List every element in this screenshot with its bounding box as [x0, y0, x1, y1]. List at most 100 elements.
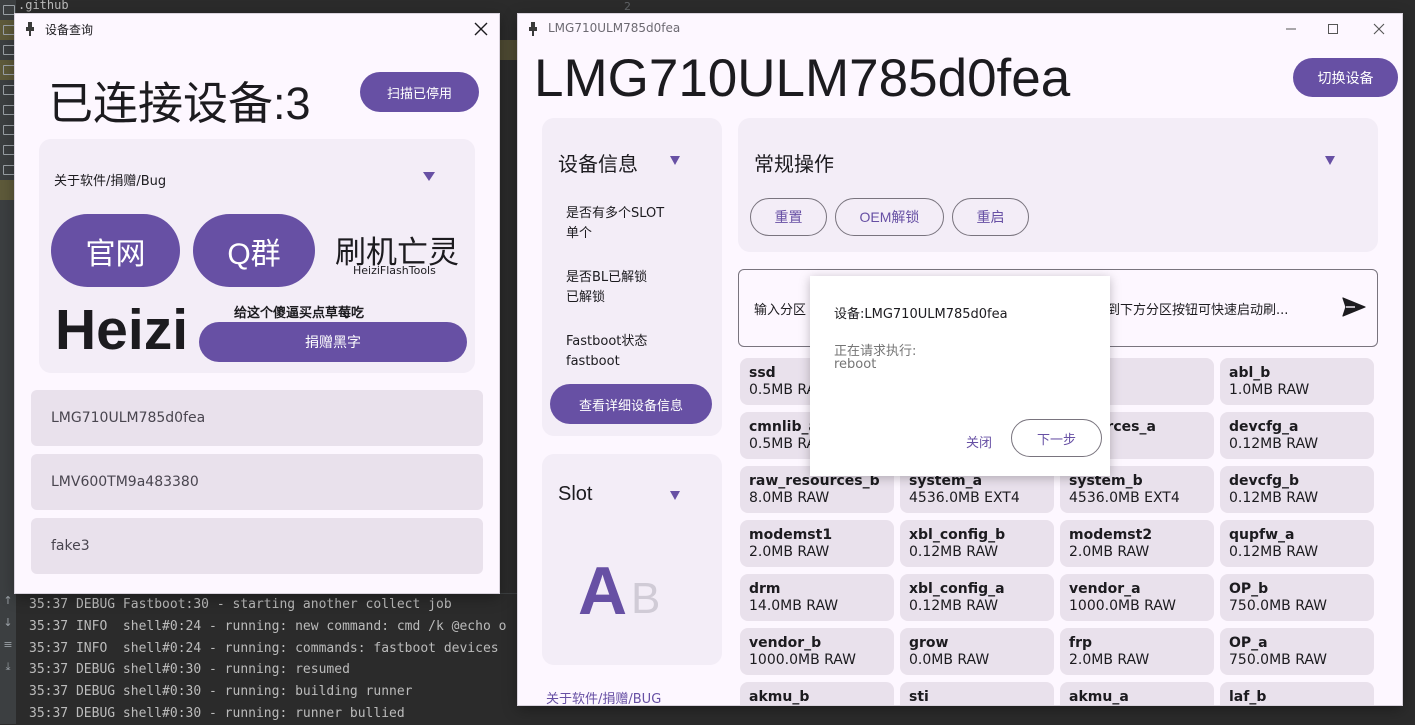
line-number: 2 [624, 0, 631, 13]
reboot-button[interactable]: 重启 [952, 198, 1029, 236]
scan-button[interactable]: 扫描已停用 [360, 72, 479, 112]
brand-subtitle: HeiziFlashTools [353, 264, 436, 277]
tree-row[interactable] [0, 100, 16, 120]
expand-arrow-icon[interactable] [670, 491, 680, 500]
tree-row[interactable] [0, 20, 16, 40]
operations-heading: 常规操作 [754, 152, 834, 176]
partition-button[interactable]: drm 14.0MB RAW [740, 574, 894, 621]
tree-row[interactable] [0, 140, 16, 160]
partition-button[interactable]: OP_a 750.0MB RAW [1220, 628, 1374, 675]
expand-arrow-icon[interactable] [1325, 156, 1335, 165]
partition-name: frp [1069, 635, 1093, 651]
tree-row[interactable] [0, 160, 16, 180]
inactive-slot[interactable]: B [631, 574, 660, 624]
partition-button[interactable]: modemst2 2.0MB RAW [1060, 520, 1214, 567]
console-line: 35:37 DEBUG Fastboot:30 - starting anoth… [29, 597, 452, 612]
info-value: 单个 [566, 226, 593, 241]
app-icon [529, 22, 537, 36]
tree-row[interactable] [0, 60, 16, 80]
device-item[interactable]: fake3 [31, 518, 483, 574]
partition-size: 1000.0MB RAW [1069, 598, 1176, 614]
switch-device-button[interactable]: 切换设备 [1293, 58, 1398, 97]
oem-unlock-button[interactable]: OEM解锁 [835, 198, 944, 236]
partition-button[interactable]: qupfw_a 0.12MB RAW [1220, 520, 1374, 567]
partition-button[interactable]: xbl_config_a 0.12MB RAW [900, 574, 1054, 621]
partition-name: drm [749, 581, 781, 597]
device-title: LMG710ULM785d0fea [534, 49, 1071, 108]
close-icon[interactable] [1366, 19, 1392, 39]
device-item[interactable]: LMG710ULM785d0fea [31, 390, 483, 446]
dialog-command: reboot [834, 357, 877, 372]
partition-button[interactable]: devcfg_a 0.12MB RAW [1220, 412, 1374, 459]
title-bar[interactable]: LMG710ULM785d0fea [518, 14, 1402, 44]
partition-name: devcfg_a [1229, 419, 1299, 435]
dialog-next-button[interactable]: 下一步 [1011, 419, 1102, 457]
partition-name: vendor_a [1069, 581, 1141, 597]
operations-card: 常规操作 重置 OEM解锁 重启 [738, 118, 1378, 252]
partition-button[interactable]: akmu_a [1060, 682, 1214, 705]
device-query-window: 设备查询 已连接设备:3 扫描已停用 关于软件/捐赠/Bug 官网 Q群 刷机亡… [15, 14, 499, 593]
website-button[interactable]: 官网 [51, 214, 180, 287]
info-value: 已解锁 [566, 290, 606, 305]
info-item: 是否有多个SLOT 单个 [566, 204, 664, 244]
partition-size: 0.0MB RAW [909, 652, 990, 668]
partition-button[interactable]: frp 2.0MB RAW [1060, 628, 1214, 675]
partition-name: akmu_b [749, 689, 810, 705]
close-icon[interactable] [471, 19, 491, 39]
expand-arrow-icon[interactable] [423, 172, 435, 181]
folder-icon [3, 5, 15, 15]
partition-button[interactable]: xbl_config_b 0.12MB RAW [900, 520, 1054, 567]
slot-heading: Slot [558, 483, 593, 505]
title-bar[interactable]: 设备查询 [15, 14, 499, 44]
partition-name: xbl_config_b [909, 527, 1006, 543]
maximize-icon[interactable] [1320, 19, 1346, 39]
partition-button[interactable]: vendor_b 1000.0MB RAW [740, 628, 894, 675]
ide-editor-strip [499, 0, 518, 220]
folder-icon [3, 145, 15, 155]
partition-button[interactable]: OP_b 750.0MB RAW [1220, 574, 1374, 621]
dialog-close-button[interactable]: 关闭 [960, 431, 998, 452]
tree-row[interactable] [0, 0, 16, 20]
arrow-down-icon[interactable]: ↓ [0, 612, 16, 634]
partition-name: grow [909, 635, 949, 651]
tree-row[interactable] [0, 80, 16, 100]
ide-console: 35:37 DEBUG Fastboot:30 - starting anoth… [16, 593, 518, 725]
window-title: 设备查询 [45, 23, 94, 37]
partition-size: 0.12MB RAW [909, 598, 999, 614]
send-icon[interactable] [1341, 296, 1367, 318]
partition-button[interactable]: devcfg_b 0.12MB RAW [1220, 466, 1374, 513]
expand-arrow-icon[interactable] [670, 156, 680, 165]
reset-button[interactable]: 重置 [750, 198, 827, 236]
partition-button[interactable]: grow 0.0MB RAW [900, 628, 1054, 675]
partition-button[interactable]: abl_b 1.0MB RAW [1220, 358, 1374, 405]
qq-group-button[interactable]: Q群 [193, 214, 315, 287]
tree-row[interactable] [0, 180, 16, 200]
tree-row[interactable] [0, 40, 16, 60]
partition-button[interactable]: modemst1 2.0MB RAW [740, 520, 894, 567]
console-line: 35:37 INFO shell#0:24 - running: new com… [29, 618, 507, 634]
execute-dialog: 设备:LMG710ULM785d0fea 正在请求执行: reboot 关闭 下… [810, 276, 1110, 476]
detail-info-button[interactable]: 查看详细设备信息 [550, 384, 712, 424]
partition-button[interactable]: akmu_b [740, 682, 894, 705]
partition-button[interactable]: sti [900, 682, 1054, 705]
partition-size: 4536.0MB EXT4 [909, 490, 1020, 506]
partition-button[interactable]: vendor_a 1000.0MB RAW [1060, 574, 1214, 621]
wrap-icon[interactable]: ≡ [0, 634, 16, 656]
about-card: 关于软件/捐赠/Bug 官网 Q群 刷机亡灵 HeiziFlashTools H… [39, 139, 475, 373]
scroll-end-icon[interactable]: ⤓ [0, 656, 16, 678]
partition-size: 2.0MB RAW [749, 544, 830, 560]
device-item[interactable]: LMV600TM9a483380 [31, 454, 483, 510]
input-placeholder-tail: 拽到下方分区按钮可快速启动刷... [1094, 303, 1289, 318]
folder-icon [3, 65, 15, 75]
tree-row[interactable] [0, 120, 16, 140]
info-value: fastboot [566, 354, 620, 369]
donate-button[interactable]: 捐赠黑字 [199, 322, 467, 362]
partition-size: 0.12MB RAW [1229, 490, 1319, 506]
partition-button[interactable]: laf_b [1220, 682, 1374, 705]
about-label: 关于软件/捐赠/Bug [54, 174, 167, 189]
arrow-up-icon[interactable]: ↑ [0, 590, 16, 612]
slot-card: Slot A B [542, 454, 722, 665]
about-link[interactable]: 关于软件/捐赠/BUG [546, 688, 661, 707]
minimize-icon[interactable] [1278, 19, 1304, 39]
active-slot[interactable]: A [578, 552, 627, 630]
